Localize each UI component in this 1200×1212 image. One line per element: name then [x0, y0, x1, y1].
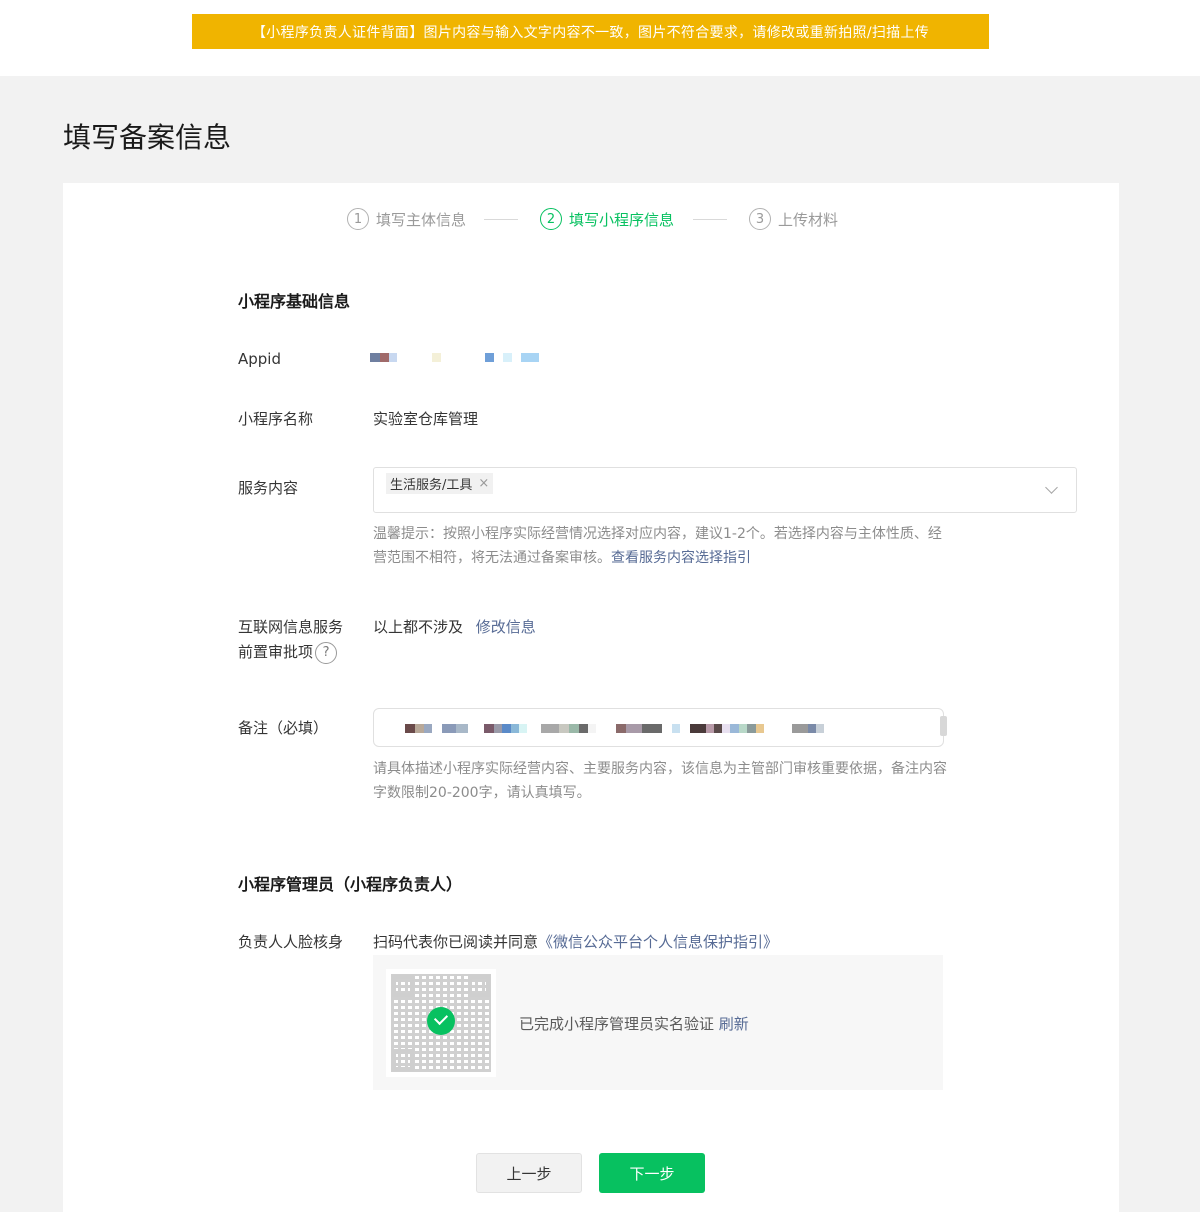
qr-code-icon	[386, 969, 496, 1077]
step-number: 3	[749, 208, 771, 230]
step-connector	[484, 219, 518, 220]
step-label: 填写主体信息	[376, 210, 467, 229]
verified-status: 已完成小程序管理员实名验证 刷新	[519, 1013, 749, 1034]
chevron-down-icon[interactable]	[1045, 481, 1058, 494]
edit-info-link[interactable]: 修改信息	[476, 618, 536, 636]
internet-value-text: 以上都不涉及	[373, 618, 464, 636]
service-label: 服务内容	[238, 479, 299, 497]
step-1: 1 填写主体信息	[347, 208, 466, 230]
agreement-prefix: 扫码代表你已阅读并同意	[373, 933, 539, 951]
close-icon[interactable]: ×	[478, 476, 489, 491]
remark-label: 备注（必填）	[238, 719, 329, 737]
section-title-admin: 小程序管理员（小程序负责人）	[238, 875, 463, 894]
step-3: 3 上传材料	[749, 208, 838, 230]
step-number: 1	[347, 208, 369, 230]
privacy-guide-link[interactable]: 《微信公众平台个人信息保护指引》	[538, 933, 778, 951]
service-tag-label: 生活服务/工具	[390, 478, 473, 493]
next-button[interactable]: 下一步	[599, 1153, 705, 1193]
internet-label-line2-text: 前置审批项	[238, 643, 314, 661]
name-label: 小程序名称	[238, 410, 314, 428]
refresh-link[interactable]: 刷新	[719, 1015, 749, 1033]
internet-label: 互联网信息服务 前置审批项?	[238, 615, 343, 665]
top-bar: 【小程序负责人证件背面】图片内容与输入文字内容不一致，图片不符合要求，请修改或重…	[0, 0, 1200, 76]
prev-button[interactable]: 上一步	[476, 1153, 582, 1193]
qr-finder	[468, 975, 490, 997]
qr-panel: 已完成小程序管理员实名验证 刷新	[373, 955, 943, 1090]
remark-hint: 请具体描述小程序实际经营内容、主要服务内容，该信息为主管部门审核重要依据，备注内…	[373, 761, 947, 801]
check-icon	[427, 1007, 455, 1035]
internet-label-line1: 互联网信息服务	[238, 618, 344, 636]
remark-scrollbar[interactable]	[940, 716, 947, 736]
service-guide-link[interactable]: 查看服务内容选择指引	[611, 550, 751, 566]
qr-finder	[392, 1049, 414, 1071]
alert-banner: 【小程序负责人证件背面】图片内容与输入文字内容不一致，图片不符合要求，请修改或重…	[192, 14, 989, 49]
appid-value-redacted	[370, 353, 539, 362]
internet-label-line2: 前置审批项?	[238, 640, 343, 665]
step-connector	[693, 219, 727, 220]
help-icon[interactable]: ?	[315, 641, 338, 664]
name-value: 实验室仓库管理	[373, 410, 479, 428]
stepper: 1 填写主体信息 2 填写小程序信息 3 上传材料	[0, 208, 1200, 232]
step-2: 2 填写小程序信息	[540, 208, 674, 230]
agreement-text: 扫码代表你已阅读并同意《微信公众平台个人信息保护指引》	[373, 930, 778, 955]
step-label: 上传材料	[778, 210, 839, 229]
service-tag: 生活服务/工具 ×	[386, 473, 494, 494]
remark-value-redacted	[405, 724, 824, 733]
section-title-basic: 小程序基础信息	[238, 292, 351, 311]
appid-label: Appid	[238, 350, 281, 368]
qr-finder	[392, 975, 414, 997]
internet-value: 以上都不涉及 修改信息	[373, 615, 536, 640]
face-verify-label: 负责人人脸核身	[238, 933, 344, 951]
service-select[interactable]: 生活服务/工具 ×	[373, 467, 1077, 513]
step-label: 填写小程序信息	[569, 210, 675, 229]
service-hint: 温馨提示：按照小程序实际经营情况选择对应内容，建议1-2个。若选择内容与主体性质…	[373, 522, 948, 570]
page-title: 填写备案信息	[63, 121, 232, 154]
verified-text: 已完成小程序管理员实名验证	[519, 1015, 715, 1033]
step-number: 2	[540, 208, 562, 230]
